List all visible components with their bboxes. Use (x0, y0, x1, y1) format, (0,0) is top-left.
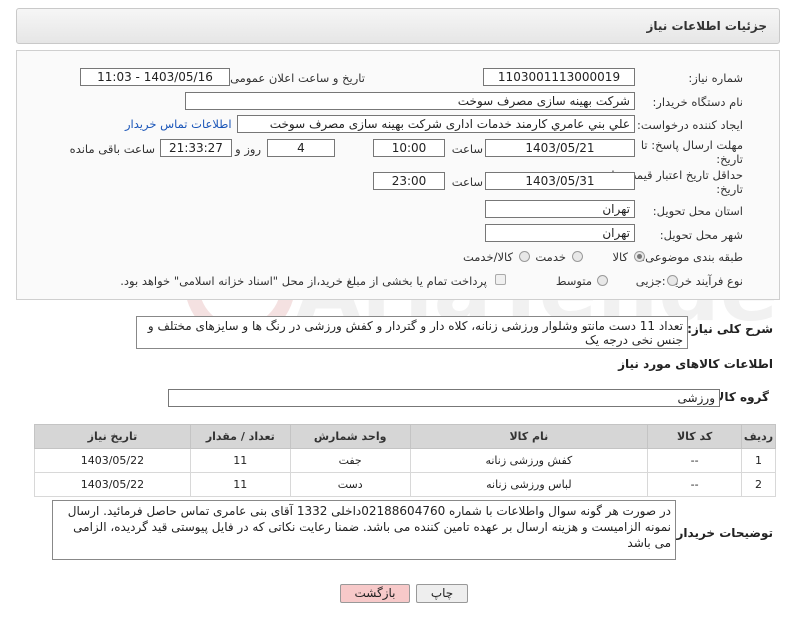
remaining-label: ساعت باقی مانده (69, 142, 155, 156)
days-label: روز و (235, 142, 261, 156)
goods-section-title: اطلاعات کالاهای مورد نیاز (618, 357, 773, 371)
announce-label: تاریخ و ساعت اعلان عمومی: (226, 71, 365, 85)
table-cell: جفت (289, 448, 411, 473)
table-cell: 2 (741, 472, 776, 497)
deadline-time-field: 10:00 (373, 139, 445, 157)
table-header-row: ردیف کد کالا نام کالا واحد شمارش تعداد /… (34, 424, 776, 449)
announce-field: 1403/05/16 - 11:03 (80, 68, 230, 86)
process-radio-minor[interactable] (667, 275, 678, 286)
goods-group-field: ورزشی (168, 389, 720, 407)
province-field: تهران (485, 200, 635, 218)
description-textarea[interactable]: تعداد 11 دست مانتو وشلوار ورزشی زنانه، ک… (136, 316, 688, 349)
category-option-goods: کالا (612, 250, 628, 264)
treasury-payment-checkbox[interactable] (495, 274, 506, 285)
header-bar: جزئیات اطلاعات نیاز (16, 8, 780, 44)
requester-field: علي بني عامري كارمند خدمات اداری شرکت به… (237, 115, 635, 133)
table-cell: 1403/05/22 (34, 472, 191, 497)
validity-time-field: 23:00 (373, 172, 445, 190)
city-label: شهر محل تحویل: (659, 228, 743, 242)
buyer-org-field: شرکت بهینه سازی مصرف سوخت (185, 92, 635, 110)
validity-label-2: تاریخ: (716, 182, 743, 196)
table-cell: لباس ورزشی زنانه (409, 472, 649, 497)
category-option-goods-service: کالا/خدمت (462, 250, 513, 264)
deadline-date-field: 1403/05/21 (485, 139, 635, 157)
table-row: 2 -- لباس ورزشی زنانه دست 11 1403/05/22 (34, 472, 776, 497)
table-cell: 1403/05/22 (34, 448, 191, 473)
deadline-label-2: تاریخ: (716, 152, 743, 166)
buyer-notes-label: توضیحات خریدار: (671, 526, 773, 540)
validity-date-field: 1403/05/31 (485, 172, 635, 190)
contact-buyer-link[interactable]: اطلاعات تماس خریدار (125, 117, 232, 131)
category-option-service: خدمت (535, 250, 566, 264)
table-cell: 1 (741, 448, 776, 473)
buyer-notes-textarea[interactable]: در صورت هر گونه سوال واطلاعات با شماره 0… (52, 500, 676, 560)
column-header: نام کالا (409, 424, 649, 449)
validity-time-label: ساعت (451, 175, 483, 189)
table-cell: دست (289, 472, 411, 497)
days-field: 4 (267, 139, 335, 157)
column-header: کد کالا (647, 424, 743, 449)
requester-label: ایجاد کننده درخواست: (637, 118, 743, 132)
page-title: جزئیات اطلاعات نیاز (646, 19, 767, 33)
category-radio-service[interactable] (572, 251, 583, 262)
description-label: شرح کلی نیاز: (687, 322, 773, 336)
goods-table: ردیف کد کالا نام کالا واحد شمارش تعداد /… (34, 424, 776, 497)
deadline-time-label: ساعت (451, 142, 483, 156)
buyer-org-label: نام دستگاه خریدار: (652, 95, 743, 109)
process-radio-medium[interactable] (597, 275, 608, 286)
table-row: 1 -- کفش ورزشی زنانه جفت 11 1403/05/22 (34, 448, 776, 473)
table-cell: کفش ورزشی زنانه (409, 448, 649, 473)
table-cell: -- (647, 472, 743, 497)
category-radio-goods[interactable] (634, 251, 645, 262)
category-label: طبقه بندی موضوعی: (641, 250, 743, 264)
process-option-minor: جزیی (635, 274, 662, 288)
city-field: تهران (485, 224, 635, 242)
province-label: استان محل تحویل: (652, 204, 743, 218)
column-header: تعداد / مقدار (189, 424, 291, 449)
table-cell: 11 (189, 472, 291, 497)
treasury-payment-note: پرداخت تمام یا بخشی از مبلغ خرید،از محل … (120, 274, 487, 288)
column-header: تاریخ نیاز (34, 424, 191, 449)
deadline-label: مهلت ارسال پاسخ: تا (640, 138, 743, 152)
table-cell: 11 (189, 448, 291, 473)
table-cell: -- (647, 448, 743, 473)
back-button[interactable]: بازگشت (340, 584, 410, 603)
column-header: ردیف (741, 424, 776, 449)
need-number-field: 1103001113000019 (483, 68, 635, 86)
print-button[interactable]: چاپ (416, 584, 468, 603)
category-radio-goods-service[interactable] (519, 251, 530, 262)
column-header: واحد شمارش (289, 424, 411, 449)
process-option-medium: متوسط (555, 274, 592, 288)
need-number-label: شماره نیاز: (688, 71, 743, 85)
remaining-time-field: 21:33:27 (160, 139, 232, 157)
